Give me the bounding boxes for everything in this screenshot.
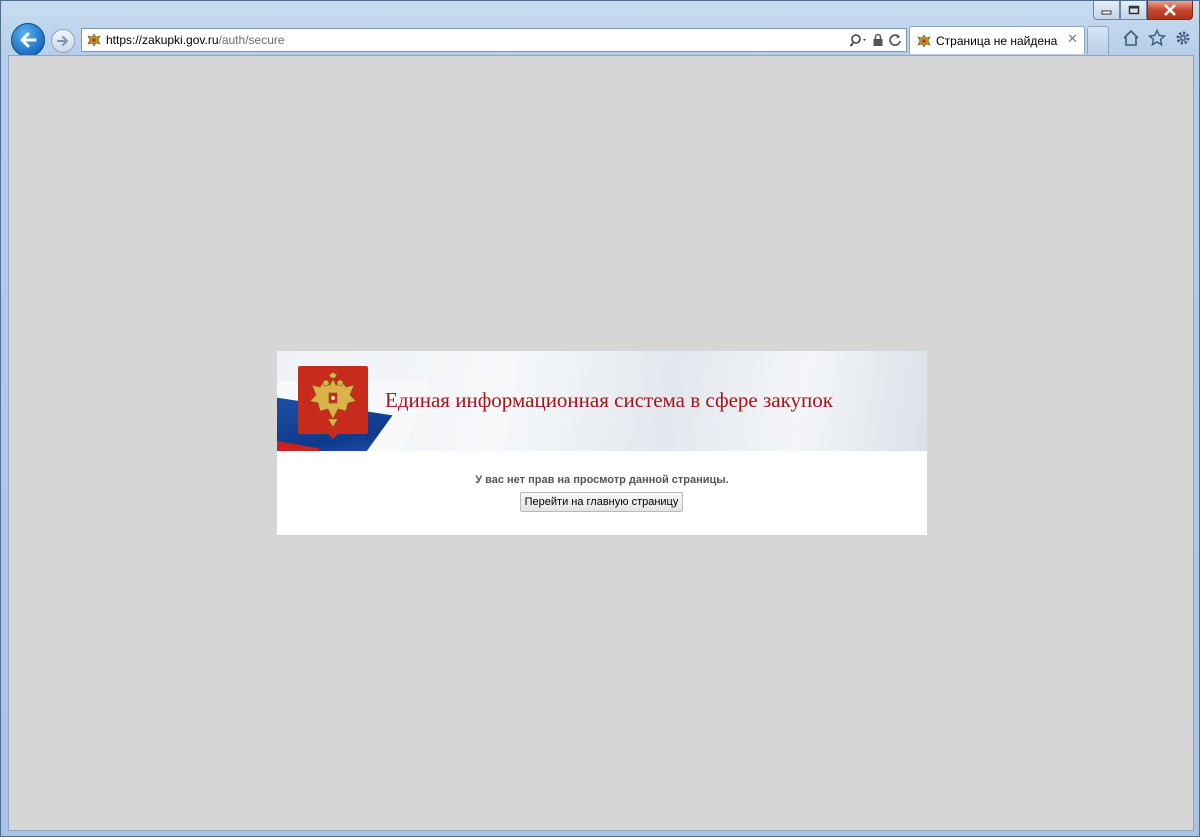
browser-window: https://zakupki.gov.ru/auth/secure Стран… [0,0,1200,837]
access-denied-message: У вас нет прав на просмотр данной страни… [475,474,729,486]
home-toolbar-button[interactable] [1121,28,1141,48]
page-viewport: Единая информационная система в сфере за… [8,55,1194,831]
url-path: /auth/secure [218,33,285,47]
emblem-box [298,366,368,434]
maximize-icon [1128,5,1139,15]
settings-button[interactable] [1173,28,1193,48]
forward-arrow-icon [57,36,68,46]
access-denied-card: Единая информационная система в сфере за… [277,351,927,535]
navigation-bar: https://zakupki.gov.ru/auth/secure Стран… [7,23,1193,57]
new-tab-button[interactable] [1087,26,1109,54]
go-home-button[interactable]: Перейти на главную страницу [520,492,683,512]
site-favicon-icon [87,33,101,47]
coat-of-arms-icon [309,371,357,428]
favorites-button[interactable] [1147,28,1167,48]
address-tools [850,32,902,48]
gear-icon [1176,31,1190,45]
back-arrow-icon [20,32,37,48]
search-icon[interactable] [850,33,868,47]
browser-toolbar-right [1121,28,1193,48]
window-caption-buttons [1093,1,1193,21]
address-bar[interactable]: https://zakupki.gov.ru/auth/secure [81,28,907,52]
tab-close-icon[interactable]: ✕ [1067,32,1078,47]
site-banner: Единая информационная система в сфере за… [277,351,927,451]
address-url[interactable]: https://zakupki.gov.ru/auth/secure [106,33,285,47]
lock-icon[interactable] [872,33,884,47]
tab-active[interactable]: Страница не найдена ✕ [909,26,1085,54]
maximize-button[interactable] [1120,1,1147,20]
forward-button[interactable] [51,29,75,53]
back-button[interactable] [11,23,45,57]
site-title: Единая информационная система в сфере за… [385,388,833,412]
close-window-button[interactable] [1147,1,1193,20]
refresh-icon[interactable] [888,33,902,47]
minimize-button[interactable] [1093,1,1120,20]
emblem-pointer [327,433,339,439]
star-icon [1148,29,1166,47]
url-host: https://zakupki.gov.ru [106,33,219,47]
tab-favicon-icon [917,34,931,48]
home-icon [1123,29,1139,46]
tab-title: Страница не найдена [936,34,1058,48]
minimize-icon [1101,10,1111,15]
close-icon [1164,4,1176,16]
